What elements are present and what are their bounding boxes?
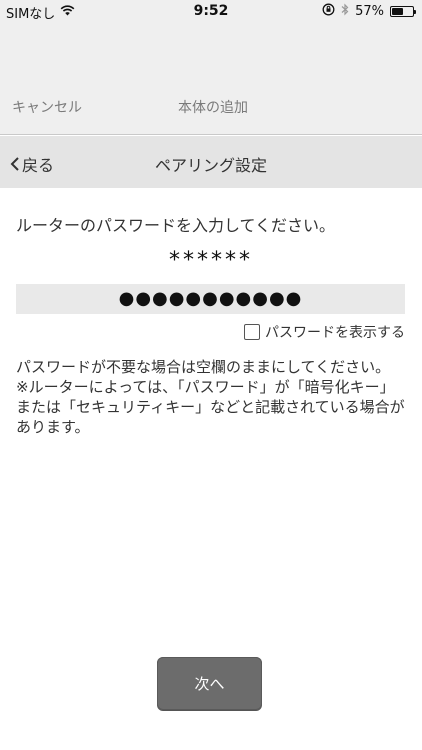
- nav-title: ペアリング設定: [154, 156, 267, 175]
- top-header-area: SIMなし 9:52 57% キャンセル 本体の追加: [0, 0, 422, 135]
- instruction-text: ルーターのパスワードを入力してください。: [16, 216, 336, 235]
- battery-level: [392, 8, 403, 15]
- password-note: パスワードが不要な場合は空欄のままにしてください。 ※ルーターによっては、「パス…: [16, 357, 408, 437]
- bluetooth-icon: [341, 3, 349, 20]
- note-line-1: パスワードが不要な場合は空欄のままにしてください。: [16, 358, 391, 376]
- battery-icon: [390, 6, 416, 17]
- rotation-lock-icon: [322, 3, 335, 20]
- status-right: 57%: [322, 3, 416, 20]
- header-title: 本体の追加: [178, 100, 248, 116]
- show-password-toggle[interactable]: パスワードを表示する: [244, 322, 405, 342]
- nav-bar: 戻る ペアリング設定: [0, 136, 422, 188]
- modal-header: キャンセル 本体の追加: [0, 92, 422, 120]
- show-password-label: パスワードを表示する: [265, 325, 405, 341]
- show-password-checkbox[interactable]: [244, 324, 260, 340]
- note-line-2: ※ルーターによっては、「パスワード」が「暗号化キー」または「セキュリティキー」な…: [16, 378, 405, 436]
- battery-percent: 57%: [355, 4, 384, 19]
- status-bar: SIMなし 9:52 57%: [0, 0, 422, 22]
- cancel-button[interactable]: キャンセル: [12, 97, 82, 117]
- next-button[interactable]: 次へ: [157, 657, 262, 710]
- network-name: ******: [169, 248, 253, 273]
- password-input[interactable]: ●●●●●●●●●●●: [16, 284, 405, 314]
